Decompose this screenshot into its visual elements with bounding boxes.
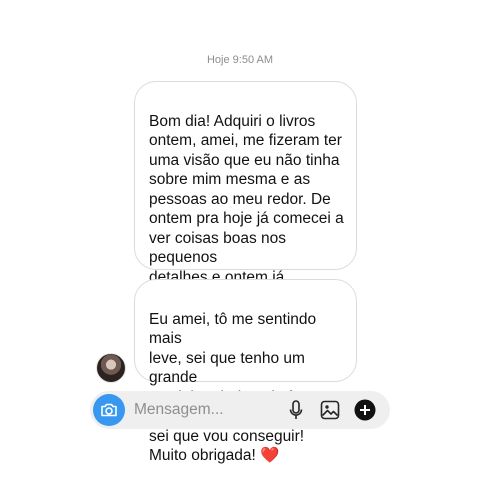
chat-screen: Hoje 9:50 AM Bom dia! Adquiri o livros o…: [0, 0, 480, 480]
microphone-icon: [289, 400, 303, 419]
sender-avatar[interactable]: [96, 353, 126, 383]
more-options-button[interactable]: [354, 399, 376, 421]
camera-button[interactable]: [93, 394, 125, 426]
message-bubble[interactable]: Bom dia! Adquiri o livros ontem, amei, m…: [134, 81, 357, 364]
message-timestamp: Hoje 9:50 AM: [206, 54, 274, 66]
microphone-button[interactable]: [285, 399, 307, 421]
message-input[interactable]: [134, 400, 274, 420]
gallery-button[interactable]: [319, 399, 341, 421]
gallery-icon: [320, 400, 340, 420]
camera-icon: [101, 403, 117, 417]
plus-icon: [354, 399, 376, 421]
message-bubble[interactable]: Eu amei, tô me sentindo mais leve, sei q…: [134, 279, 357, 464]
heart-emoji: ❤️: [260, 447, 280, 464]
message-composer: [90, 391, 390, 429]
message-text: Eu amei, tô me sentindo mais leve, sei q…: [149, 310, 332, 465]
